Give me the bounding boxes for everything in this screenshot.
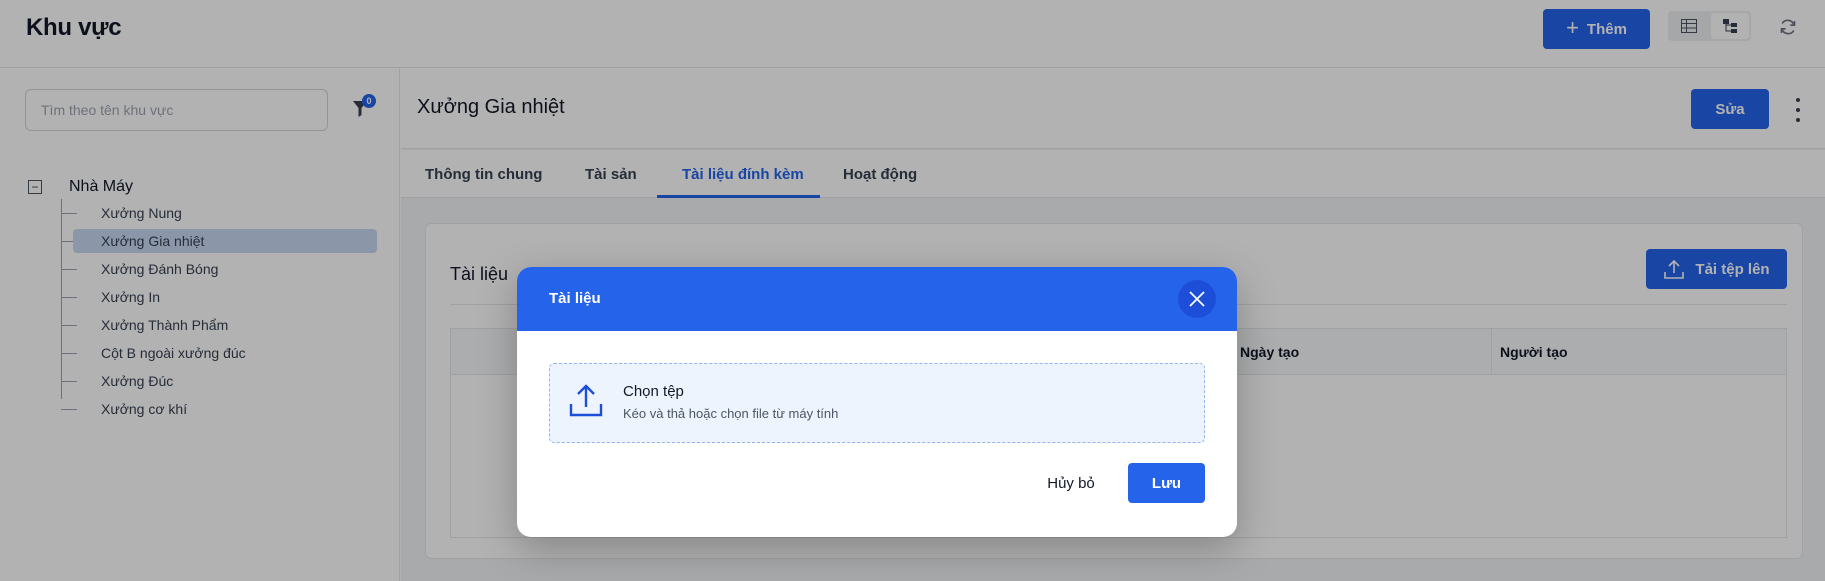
modal-header: Tài liệu xyxy=(517,267,1237,331)
document-modal: Tài liệu Chọn tệp Kéo và thả hoặc chọn f… xyxy=(517,267,1237,537)
cancel-button[interactable]: Hủy bỏ xyxy=(1035,463,1107,503)
upload-icon xyxy=(569,384,603,417)
close-icon xyxy=(1189,291,1205,307)
modal-title: Tài liệu xyxy=(549,290,601,307)
file-dropzone[interactable]: Chọn tệp Kéo và thả hoặc chọn file từ má… xyxy=(549,363,1205,443)
close-button[interactable] xyxy=(1178,280,1216,318)
dropzone-title: Chọn tệp xyxy=(623,383,684,400)
dropzone-hint: Kéo và thả hoặc chọn file từ máy tính xyxy=(623,406,839,421)
save-button[interactable]: Lưu xyxy=(1128,463,1205,503)
